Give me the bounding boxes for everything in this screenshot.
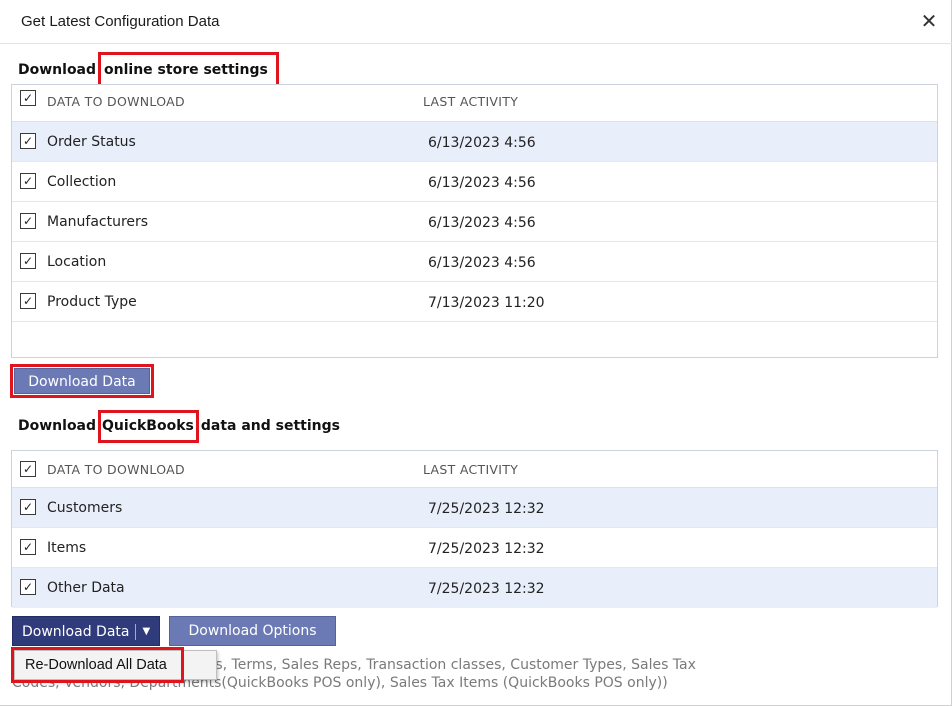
dialog-window: Get Latest Configuration Data ✕ Download… bbox=[0, 0, 952, 706]
quickbooks-data-table: ✓ DATA TO DOWNLOAD LAST ACTIVITY ✓ Custo… bbox=[11, 450, 938, 608]
header-last-activity: LAST ACTIVITY bbox=[423, 94, 519, 109]
row-name: Manufacturers bbox=[47, 214, 149, 230]
qb-title-prefix: Download bbox=[18, 418, 97, 434]
row-last-activity: 6/13/2023 4:56 bbox=[428, 175, 536, 191]
download-options-button[interactable]: Download Options bbox=[169, 616, 336, 646]
table-header: ✓ DATA TO DOWNLOAD LAST ACTIVITY bbox=[12, 85, 937, 122]
row-last-activity: 7/13/2023 11:20 bbox=[428, 295, 545, 311]
row-name: Collection bbox=[47, 174, 117, 190]
row-last-activity: 7/25/2023 12:32 bbox=[428, 501, 545, 517]
split-button-label: Download Data bbox=[22, 624, 130, 640]
download-qb-data-split-button[interactable]: Download Data ▼ bbox=[12, 616, 160, 646]
header-last-activity: LAST ACTIVITY bbox=[423, 462, 519, 477]
table-row[interactable]: ✓ Customers 7/25/2023 12:32 bbox=[12, 488, 937, 528]
row-checkbox[interactable]: ✓ bbox=[20, 499, 36, 515]
row-last-activity: 6/13/2023 4:56 bbox=[428, 215, 536, 231]
table-row[interactable]: ✓ Other Data 7/25/2023 12:32 bbox=[12, 568, 937, 608]
select-all-checkbox[interactable]: ✓ bbox=[20, 90, 36, 106]
table-row[interactable]: ✓ Manufacturers 6/13/2023 4:56 bbox=[12, 202, 937, 242]
table-header: ✓ DATA TO DOWNLOAD LAST ACTIVITY bbox=[12, 451, 937, 488]
row-checkbox[interactable]: ✓ bbox=[20, 133, 36, 149]
header-data-to-download: DATA TO DOWNLOAD bbox=[47, 94, 185, 109]
row-last-activity: 7/25/2023 12:32 bbox=[428, 581, 545, 597]
row-checkbox[interactable]: ✓ bbox=[20, 539, 36, 555]
table-row[interactable]: ✓ Order Status 6/13/2023 4:56 bbox=[12, 122, 937, 162]
header-data-to-download: DATA TO DOWNLOAD bbox=[47, 462, 185, 477]
qb-title-suffix: data and settings bbox=[200, 418, 340, 434]
table-empty-area bbox=[12, 322, 937, 360]
qb-section-title: Download QuickBooks data and settings bbox=[18, 410, 340, 443]
row-checkbox[interactable]: ✓ bbox=[20, 579, 36, 595]
chevron-down-icon[interactable]: ▼ bbox=[142, 617, 150, 647]
row-checkbox[interactable]: ✓ bbox=[20, 173, 36, 189]
row-checkbox[interactable]: ✓ bbox=[20, 293, 36, 309]
download-store-data-button[interactable]: Download Data bbox=[14, 368, 150, 394]
row-name: Product Type bbox=[47, 294, 137, 310]
row-name: Other Data bbox=[47, 580, 125, 596]
window-title: Get Latest Configuration Data bbox=[21, 13, 220, 30]
row-last-activity: 7/25/2023 12:32 bbox=[428, 541, 545, 557]
row-name: Customers bbox=[47, 500, 123, 516]
store-title-prefix: Download bbox=[18, 62, 97, 78]
row-name: Order Status bbox=[47, 134, 136, 150]
title-bar: Get Latest Configuration Data ✕ bbox=[0, 0, 952, 44]
row-name: Items bbox=[47, 540, 87, 556]
row-checkbox[interactable]: ✓ bbox=[20, 253, 36, 269]
row-name: Location bbox=[47, 254, 107, 270]
row-checkbox[interactable]: ✓ bbox=[20, 213, 36, 229]
close-icon[interactable]: ✕ bbox=[916, 8, 942, 34]
highlight-box bbox=[11, 647, 184, 683]
table-row[interactable]: ✓ Location 6/13/2023 4:56 bbox=[12, 242, 937, 282]
store-settings-table: ✓ DATA TO DOWNLOAD LAST ACTIVITY ✓ Order… bbox=[11, 84, 938, 358]
row-last-activity: 6/13/2023 4:56 bbox=[428, 255, 536, 271]
table-row[interactable]: ✓ Product Type 7/13/2023 11:20 bbox=[12, 282, 937, 322]
split-divider bbox=[135, 624, 137, 640]
qb-title-highlight: QuickBooks bbox=[98, 410, 199, 443]
row-last-activity: 6/13/2023 4:56 bbox=[428, 135, 536, 151]
table-row[interactable]: ✓ Items 7/25/2023 12:32 bbox=[12, 528, 937, 568]
select-all-checkbox[interactable]: ✓ bbox=[20, 461, 36, 477]
table-row[interactable]: ✓ Collection 6/13/2023 4:56 bbox=[12, 162, 937, 202]
